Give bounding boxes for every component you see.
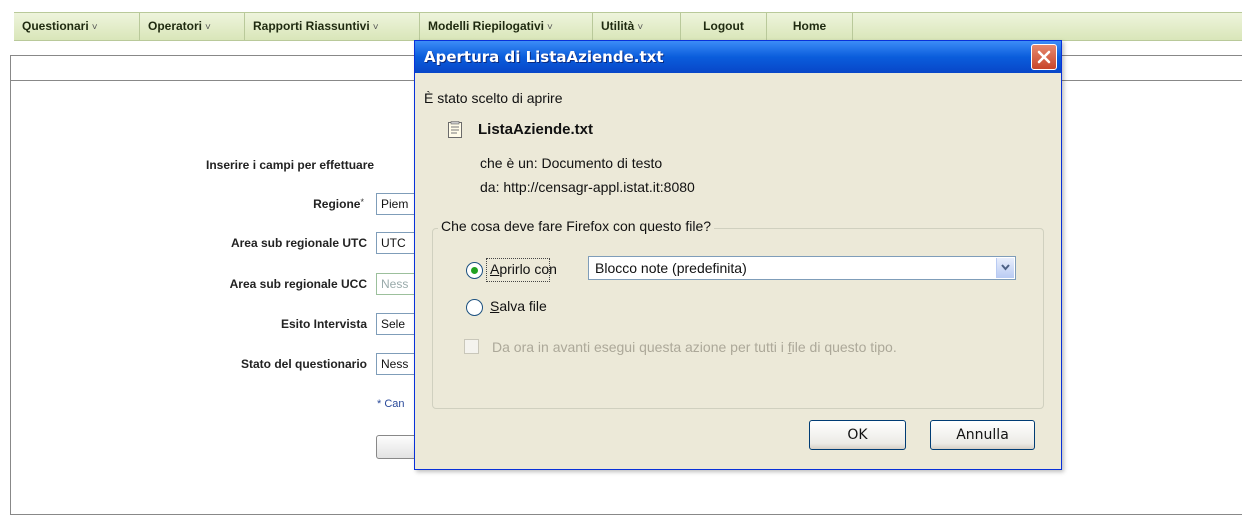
top-nav: Questionari ˅ Operatori ˅ Rapporti Riassun… — [14, 12, 1242, 41]
nav-label: Questionari — [22, 19, 89, 33]
file-name: ListaAziende.txt — [478, 121, 594, 138]
nav-label: Home — [792, 19, 827, 33]
file-source-prefix: da: — [480, 179, 500, 195]
nav-item-utilita[interactable]: Utilità ˅ — [593, 13, 681, 40]
chevron-down-icon: ˅ — [372, 22, 379, 33]
label-pre: Da ora in avanti esegui questa azione pe… — [492, 339, 788, 355]
open-with-label[interactable]: Aprirlo con — [490, 261, 557, 277]
nav-label: Logout — [703, 19, 744, 33]
always-do-checkbox[interactable] — [464, 339, 479, 354]
nav-item-rapporti-riassuntivi[interactable]: Rapporti Riassuntivi ˅ — [245, 13, 420, 40]
text-file-icon — [448, 121, 462, 138]
radio-selected-dot — [471, 267, 478, 274]
label-rest: prirlo con — [499, 261, 557, 277]
save-file-radio[interactable] — [466, 299, 483, 316]
form-intro: Inserire i campi per effettuare — [206, 158, 375, 172]
file-type-row: che è un: Documento di testo — [480, 155, 662, 171]
dialog-titlebar[interactable]: Apertura di ListaAziende.txt — [415, 41, 1061, 73]
access-key: S — [490, 298, 500, 314]
chosen-text: È stato scelto di aprire — [424, 90, 563, 106]
save-file-label[interactable]: Salva file — [490, 298, 547, 314]
ok-button[interactable]: OK — [809, 420, 906, 450]
file-source-url: http://censagr-appl.istat.it:8080 — [503, 179, 695, 195]
open-with-radio[interactable] — [466, 262, 483, 279]
field-label-esito: Esito Intervista — [280, 317, 367, 331]
dropdown-button[interactable] — [996, 258, 1014, 278]
action-question: Che cosa deve fare Firefox con questo fi… — [438, 218, 715, 234]
field-label-regione: Regione* — [313, 197, 364, 211]
nav-label: Modelli Riepilogativi — [428, 19, 545, 33]
file-type-value: Documento di testo — [541, 155, 663, 171]
required-note: * Can — [377, 398, 405, 410]
label-rest: ile di questo tipo. — [791, 339, 897, 355]
nav-item-home[interactable]: Home — [767, 13, 853, 40]
nav-item-operatori[interactable]: Operatori ˅ — [140, 13, 245, 40]
application-select-value: Blocco note (predefinita) — [595, 260, 747, 276]
close-button[interactable] — [1031, 44, 1057, 70]
chevron-down-icon — [1001, 264, 1010, 271]
required-mark: * — [360, 197, 364, 207]
nav-item-modelli-riepilogativi[interactable]: Modelli Riepilogativi ˅ — [420, 13, 593, 40]
file-type-prefix: che è un: — [480, 155, 538, 171]
nav-label: Operatori — [148, 19, 203, 33]
nav-item-questionari[interactable]: Questionari ˅ — [14, 13, 140, 40]
nav-item-logout[interactable]: Logout — [681, 13, 767, 40]
label-rest: alva file — [499, 298, 547, 314]
access-key: A — [490, 261, 500, 277]
always-do-label: Da ora in avanti esegui questa azione pe… — [492, 339, 897, 355]
dialog-title: Apertura di ListaAziende.txt — [424, 48, 664, 66]
field-label-stato: Stato del questionario — [240, 357, 367, 371]
field-label-ucc: Area sub regionale UCC — [229, 277, 367, 291]
label-text: Regione — [313, 197, 361, 211]
file-source-row: da: http://censagr-appl.istat.it:8080 — [480, 179, 695, 195]
close-icon — [1037, 50, 1051, 64]
field-label-utc: Area sub regionale UTC — [230, 236, 367, 250]
cancel-button[interactable]: Annulla — [930, 420, 1035, 450]
application-select[interactable]: Blocco note (predefinita) — [588, 256, 1016, 280]
chevron-down-icon: ˅ — [205, 22, 211, 33]
chevron-down-icon: ˅ — [637, 22, 644, 33]
chevron-down-icon: ˅ — [91, 22, 98, 33]
nav-label: Rapporti Riassuntivi — [253, 19, 370, 33]
chevron-down-icon: ˅ — [547, 22, 553, 33]
nav-label: Utilità — [601, 19, 635, 33]
